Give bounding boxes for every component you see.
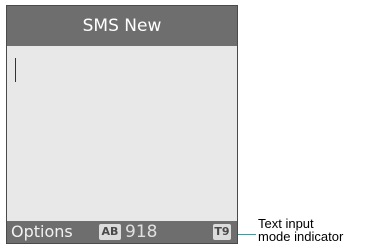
screen-title: SMS New <box>7 6 237 46</box>
text-cursor <box>15 58 16 82</box>
message-compose-area[interactable] <box>7 46 237 222</box>
character-counter: 918 <box>125 222 158 242</box>
t9-mode-icon: T9 <box>213 224 231 240</box>
callout-label: Text input mode indicator <box>258 217 376 243</box>
phone-screen: SMS New Options AB 918 T9 <box>6 5 238 244</box>
softkey-bar: Options AB 918 T9 <box>7 221 237 243</box>
callout-line-2: mode indicator <box>258 229 344 244</box>
options-softkey[interactable]: Options <box>11 221 73 243</box>
input-mode-ab-icon: AB <box>99 224 121 240</box>
callout-line <box>238 234 256 235</box>
